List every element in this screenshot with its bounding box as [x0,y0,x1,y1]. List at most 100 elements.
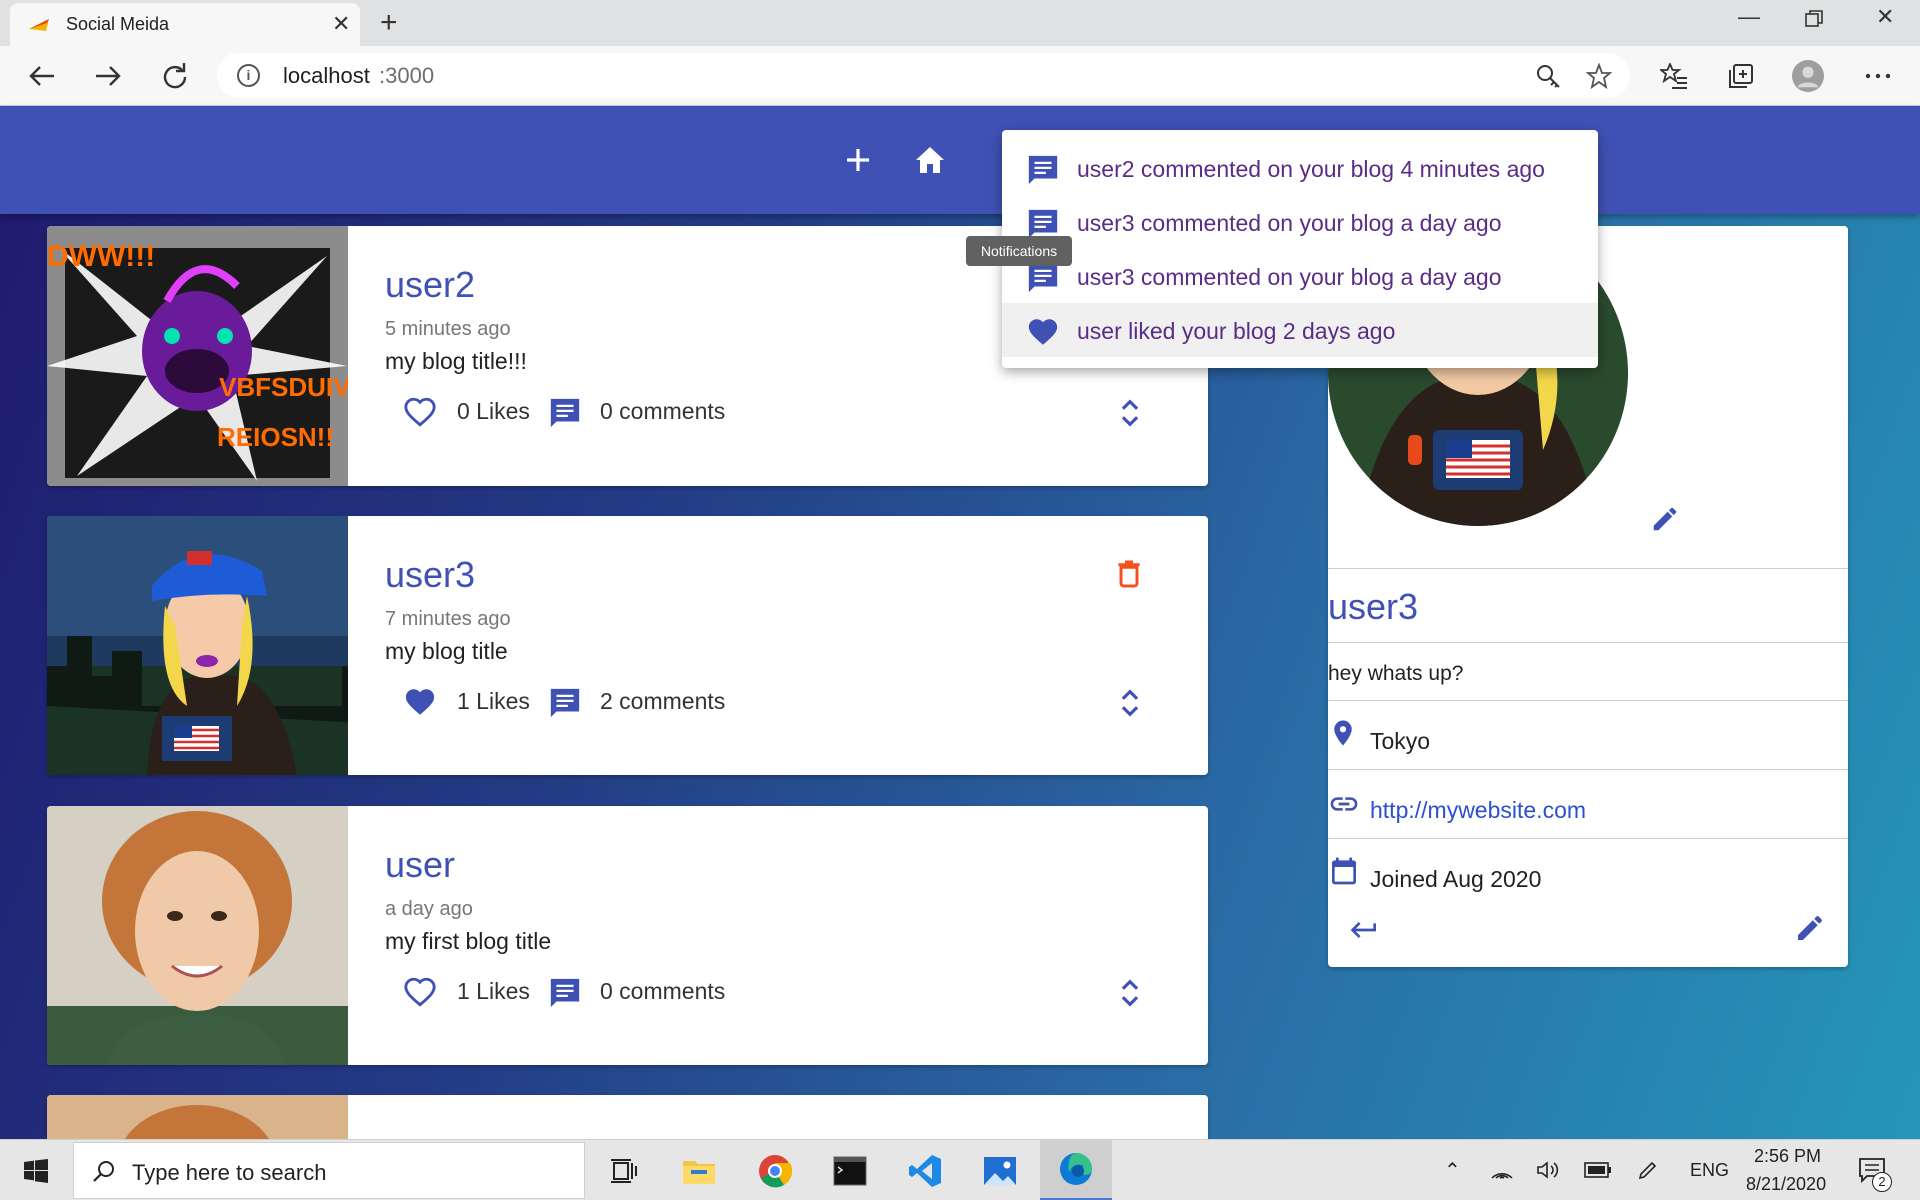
photos-icon[interactable] [964,1140,1036,1200]
post-body: my blog title [385,638,508,664]
svg-text:DWW!!!: DWW!!! [47,240,155,273]
back-icon[interactable] [24,58,60,94]
edit-avatar-icon[interactable] [1650,504,1680,534]
calendar-icon [1332,857,1356,885]
site-info-icon[interactable]: i [237,64,260,87]
collections-icon[interactable] [1725,60,1757,92]
comment-count: 0 comments [600,398,726,424]
more-options-icon[interactable] [1862,60,1894,92]
like-count: 1 Likes [457,978,530,1004]
post-username[interactable]: user3 [385,554,475,596]
edge-icon[interactable] [1040,1140,1112,1200]
post-username[interactable]: user [385,844,455,886]
notification-item[interactable]: user liked your blog 2 days ago [1002,303,1598,357]
delete-icon[interactable] [1113,558,1145,590]
post-username[interactable]: user2 [385,264,475,306]
network-icon[interactable] [1490,1158,1514,1182]
file-explorer-icon[interactable] [663,1140,735,1200]
expand-icon[interactable] [1113,976,1147,1010]
notification-text: user3 commented on your blog a day ago [1077,210,1502,236]
new-tab-button[interactable]: + [380,6,398,40]
comment-icon[interactable] [548,976,582,1010]
link-icon [1330,797,1358,811]
pen-icon[interactable] [1636,1158,1660,1182]
battery-icon[interactable] [1584,1160,1612,1180]
comment-icon[interactable] [548,686,582,720]
address-bar-row: i localhost :3000 [0,46,1920,106]
tray-overflow-icon[interactable]: ⌃ [1444,1158,1461,1183]
windows-start-icon[interactable] [0,1140,72,1200]
svg-text:REIOSN!!: REIOSN!! [217,422,334,452]
notification-item[interactable]: user3 commented on your blog a day ago [1002,195,1598,249]
profile-website-link[interactable]: http://mywebsite.com [1370,797,1586,824]
browser-tab[interactable]: Social Meida ✕ [10,3,360,46]
divider [1328,568,1848,569]
volume-icon[interactable] [1535,1158,1559,1182]
notification-item[interactable]: user2 commented on your blog 4 minutes a… [1002,141,1598,195]
url-field[interactable]: i localhost :3000 [217,53,1630,98]
tab-title: Social Meida [66,14,170,34]
home-icon[interactable] [912,142,948,178]
notification-item[interactable]: user3 commented on your blog a day ago [1002,249,1598,303]
profile-joined: Joined Aug 2020 [1370,866,1542,892]
profile-bio: hey whats up? [1328,662,1464,685]
comment-count: 0 comments [600,978,726,1004]
taskbar-search-placeholder: Type here to search [132,1160,327,1185]
notifications-tooltip: Notifications [966,236,1072,266]
forward-icon[interactable] [90,58,126,94]
like-count: 1 Likes [457,688,530,714]
svg-text:VBFSDUIV: VBFSDUIV [219,372,348,402]
post-time: a day ago [385,898,473,920]
post-image[interactable] [47,516,348,775]
vscode-icon[interactable] [889,1140,961,1200]
heart-outline-icon[interactable] [403,975,437,1009]
comment-icon[interactable] [548,396,582,430]
post-body: my blog title!!! [385,348,527,374]
minimize-icon[interactable]: — [1738,4,1760,30]
heart-outline-icon[interactable] [403,395,437,429]
taskbar-search-box[interactable]: Type here to search [73,1142,585,1199]
zoom-key-icon[interactable] [1532,60,1564,92]
profile-avatar-icon[interactable] [1792,60,1824,92]
notification-count-badge: 2 [1872,1172,1892,1192]
task-view-icon[interactable] [588,1140,660,1200]
edit-profile-icon[interactable] [1794,912,1826,944]
chrome-icon[interactable] [739,1140,811,1200]
tab-close-icon[interactable]: ✕ [332,11,350,37]
clock-time[interactable]: 2:56 PM [1754,1146,1821,1167]
notifications-menu: user2 commented on your blog 4 minutes a… [1002,130,1598,368]
input-language[interactable]: ENG [1690,1160,1729,1181]
logout-return-icon[interactable] [1348,914,1380,946]
post-time: 7 minutes ago [385,608,511,630]
expand-icon[interactable] [1113,396,1147,430]
heart-icon [1028,319,1058,345]
favorites-list-icon[interactable] [1658,60,1690,92]
location-pin-icon [1334,720,1352,746]
divider [1328,642,1848,643]
post-image[interactable] [47,806,348,1065]
window-close-icon[interactable]: ✕ [1876,4,1894,30]
clock-date[interactable]: 8/21/2020 [1746,1174,1826,1195]
profile-location: Tokyo [1370,728,1431,754]
profile-name[interactable]: user3 [1328,586,1418,628]
notification-text: user2 commented on your blog 4 minutes a… [1077,156,1545,182]
comment-icon [1028,155,1058,185]
terminal-icon[interactable] [814,1140,886,1200]
post-image[interactable]: DWW!!! VBFSDUIV REIOSN!! [47,226,348,486]
divider [1328,700,1848,701]
heart-filled-icon[interactable] [403,685,437,719]
comment-count: 2 comments [600,688,726,714]
like-count: 0 Likes [457,398,530,424]
refresh-icon[interactable] [156,58,192,94]
expand-icon[interactable] [1113,686,1147,720]
restore-icon[interactable] [1805,8,1823,34]
notification-text: user liked your blog 2 days ago [1077,318,1396,344]
add-post-icon[interactable] [840,142,876,178]
notification-text: user3 commented on your blog a day ago [1077,264,1502,290]
tab-strip: Social Meida ✕ + — ✕ [0,0,1920,46]
post-time: 5 minutes ago [385,318,511,340]
post-body: my first blog title [385,928,552,954]
url-port: :3000 [379,63,435,88]
comment-icon [1028,263,1058,293]
favorite-star-icon[interactable] [1583,60,1615,92]
